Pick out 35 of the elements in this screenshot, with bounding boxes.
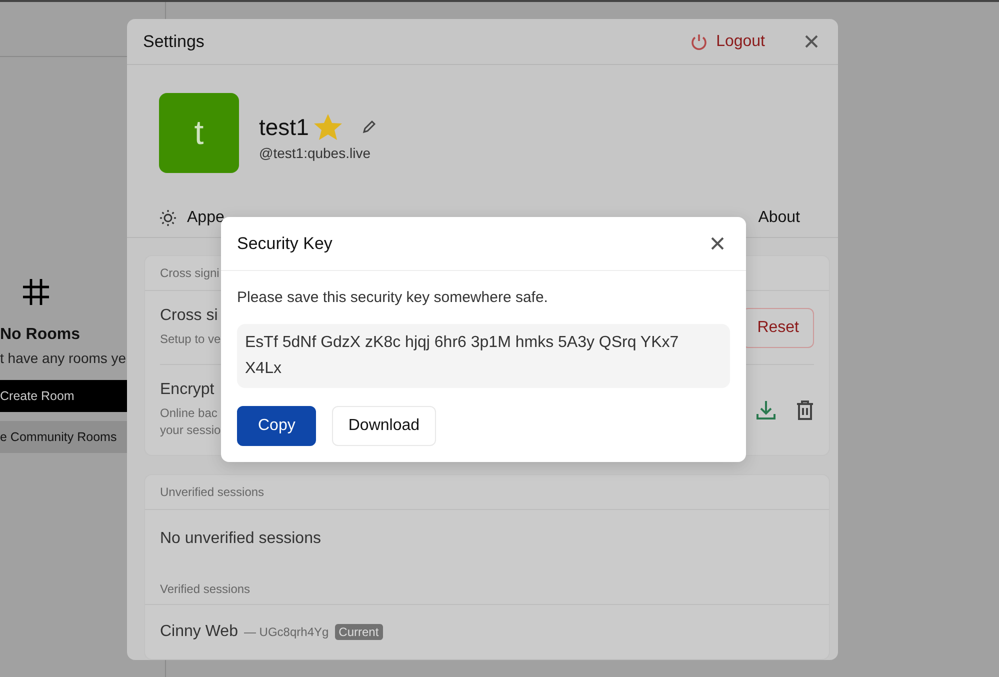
session-name: Cinny Web — [160, 623, 238, 641]
star-icon — [312, 113, 343, 142]
dialog-title: Security Key — [237, 234, 332, 254]
pencil-icon[interactable] — [360, 119, 377, 136]
copy-button[interactable]: Copy — [237, 406, 316, 446]
empty-sessions-text: No unverified sessions — [159, 529, 322, 549]
setting-description: Setup to ve — [160, 331, 221, 348]
community-rooms-button[interactable]: e Community Rooms — [0, 421, 127, 453]
card-header: Unverified sessions — [145, 475, 829, 510]
avatar: t — [159, 93, 239, 174]
create-room-button[interactable]: Create Room — [0, 380, 127, 412]
hash-icon — [22, 278, 50, 306]
display-name: test1 — [259, 114, 309, 141]
close-icon[interactable] — [711, 237, 724, 250]
empty-title: No Rooms — [0, 326, 81, 344]
session-id: — UGc8qrh4Yg — [244, 625, 329, 639]
logout-button[interactable]: Logout — [690, 32, 765, 51]
sun-icon — [159, 208, 177, 227]
setting-title: Encrypt — [160, 381, 214, 399]
download-button[interactable]: Download — [332, 406, 436, 446]
close-icon[interactable] — [805, 35, 818, 48]
user-id: @test1:qubes.live — [259, 145, 372, 162]
modal-title: Settings — [143, 32, 206, 52]
settings-tab[interactable]: About — [758, 208, 800, 227]
setting-description: Online bac your sessio — [160, 405, 221, 439]
security-key-text: EsTf 5dNf GdzX zK8c hjqj 6hr6 3p1M hmks 5A3y QSrq YKx7 X4Lx — [237, 324, 730, 388]
download-icon[interactable] — [756, 400, 776, 420]
trash-icon[interactable] — [796, 400, 814, 420]
empty-message: t have any rooms ye — [0, 350, 127, 366]
dialog-message: Please save this security key somewhere safe. — [237, 289, 549, 306]
current-badge: Current — [334, 624, 383, 640]
setting-title: Cross si — [160, 307, 218, 325]
settings-tab[interactable]: Appe — [159, 208, 224, 227]
section-header: Verified sessions — [159, 581, 252, 598]
power-icon — [690, 32, 708, 51]
